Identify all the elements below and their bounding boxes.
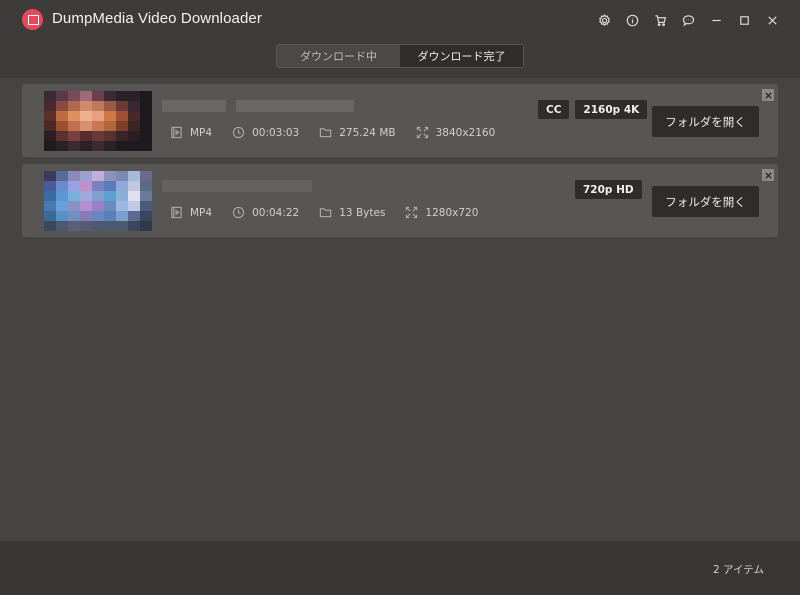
cc-badge: CC bbox=[538, 100, 570, 119]
film-icon bbox=[171, 206, 182, 219]
video-thumbnail bbox=[44, 171, 152, 231]
minimize-icon[interactable] bbox=[702, 11, 730, 29]
cart-icon[interactable] bbox=[646, 11, 674, 29]
format-info: MP4 bbox=[170, 126, 212, 139]
settings-icon[interactable] bbox=[590, 11, 618, 29]
resolution-value: 3840x2160 bbox=[435, 126, 496, 139]
list-item: MP4 00:04:22 13 Bytes 1280x720 720p HD フ… bbox=[22, 164, 778, 237]
duration-value: 00:04:22 bbox=[252, 206, 300, 219]
quality-badges: 720p HD bbox=[575, 180, 642, 199]
size-value: 275.24 MB bbox=[339, 126, 396, 139]
tab-downloaded[interactable]: ダウンロード完了 bbox=[400, 45, 523, 67]
app-title: DumpMedia Video Downloader bbox=[52, 10, 262, 27]
video-title-blurred bbox=[162, 180, 312, 192]
film-icon bbox=[171, 126, 182, 139]
open-folder-button[interactable]: フォルダを開く bbox=[652, 106, 759, 137]
duration-info: 00:04:22 bbox=[232, 206, 299, 219]
size-info: 13 Bytes bbox=[319, 206, 385, 219]
open-folder-button[interactable]: フォルダを開く bbox=[652, 186, 759, 217]
quality-badges: CC 2160p 4K bbox=[538, 100, 648, 119]
folder-icon bbox=[320, 128, 332, 138]
title-bar: DumpMedia Video Downloader bbox=[0, 0, 800, 40]
download-list: MP4 00:03:03 275.24 MB 3840x2160 CC 2160… bbox=[22, 84, 778, 244]
quality-badge: 720p HD bbox=[575, 180, 642, 199]
resolution-info: 1280x720 bbox=[405, 206, 478, 219]
expand-icon bbox=[416, 126, 428, 139]
tab-switcher: ダウンロード中 ダウンロード完了 bbox=[276, 44, 524, 68]
remove-item-button[interactable] bbox=[762, 89, 774, 101]
format-value: MP4 bbox=[190, 206, 213, 219]
quality-badge: 2160p 4K bbox=[575, 100, 648, 119]
info-icon[interactable] bbox=[618, 11, 646, 29]
video-thumbnail bbox=[44, 91, 152, 151]
video-title-blurred bbox=[162, 100, 354, 112]
resolution-value: 1280x720 bbox=[425, 206, 479, 219]
feedback-icon[interactable] bbox=[674, 11, 702, 29]
size-info: 275.24 MB bbox=[319, 126, 396, 139]
close-icon[interactable] bbox=[758, 11, 786, 29]
resolution-info: 3840x2160 bbox=[416, 126, 496, 139]
window-controls bbox=[590, 11, 786, 29]
close-icon bbox=[764, 171, 772, 179]
tabs-bar: ダウンロード中 ダウンロード完了 bbox=[0, 40, 800, 78]
clock-icon bbox=[232, 206, 245, 219]
clock-icon bbox=[232, 126, 245, 139]
video-meta: MP4 00:03:03 275.24 MB 3840x2160 bbox=[170, 126, 515, 139]
expand-icon bbox=[406, 206, 418, 219]
item-count: 2 アイテム bbox=[713, 564, 764, 576]
format-value: MP4 bbox=[190, 126, 213, 139]
status-bar: 2 アイテム bbox=[0, 541, 800, 595]
size-value: 13 Bytes bbox=[339, 206, 386, 219]
close-icon bbox=[764, 91, 772, 99]
tab-downloading[interactable]: ダウンロード中 bbox=[277, 45, 400, 67]
folder-icon bbox=[320, 208, 332, 218]
maximize-icon[interactable] bbox=[730, 11, 758, 29]
duration-info: 00:03:03 bbox=[232, 126, 299, 139]
list-item: MP4 00:03:03 275.24 MB 3840x2160 CC 2160… bbox=[22, 84, 778, 157]
duration-value: 00:03:03 bbox=[252, 126, 300, 139]
video-meta: MP4 00:04:22 13 Bytes 1280x720 bbox=[170, 206, 498, 219]
app-logo-icon bbox=[22, 9, 43, 30]
remove-item-button[interactable] bbox=[762, 169, 774, 181]
format-info: MP4 bbox=[170, 206, 212, 219]
